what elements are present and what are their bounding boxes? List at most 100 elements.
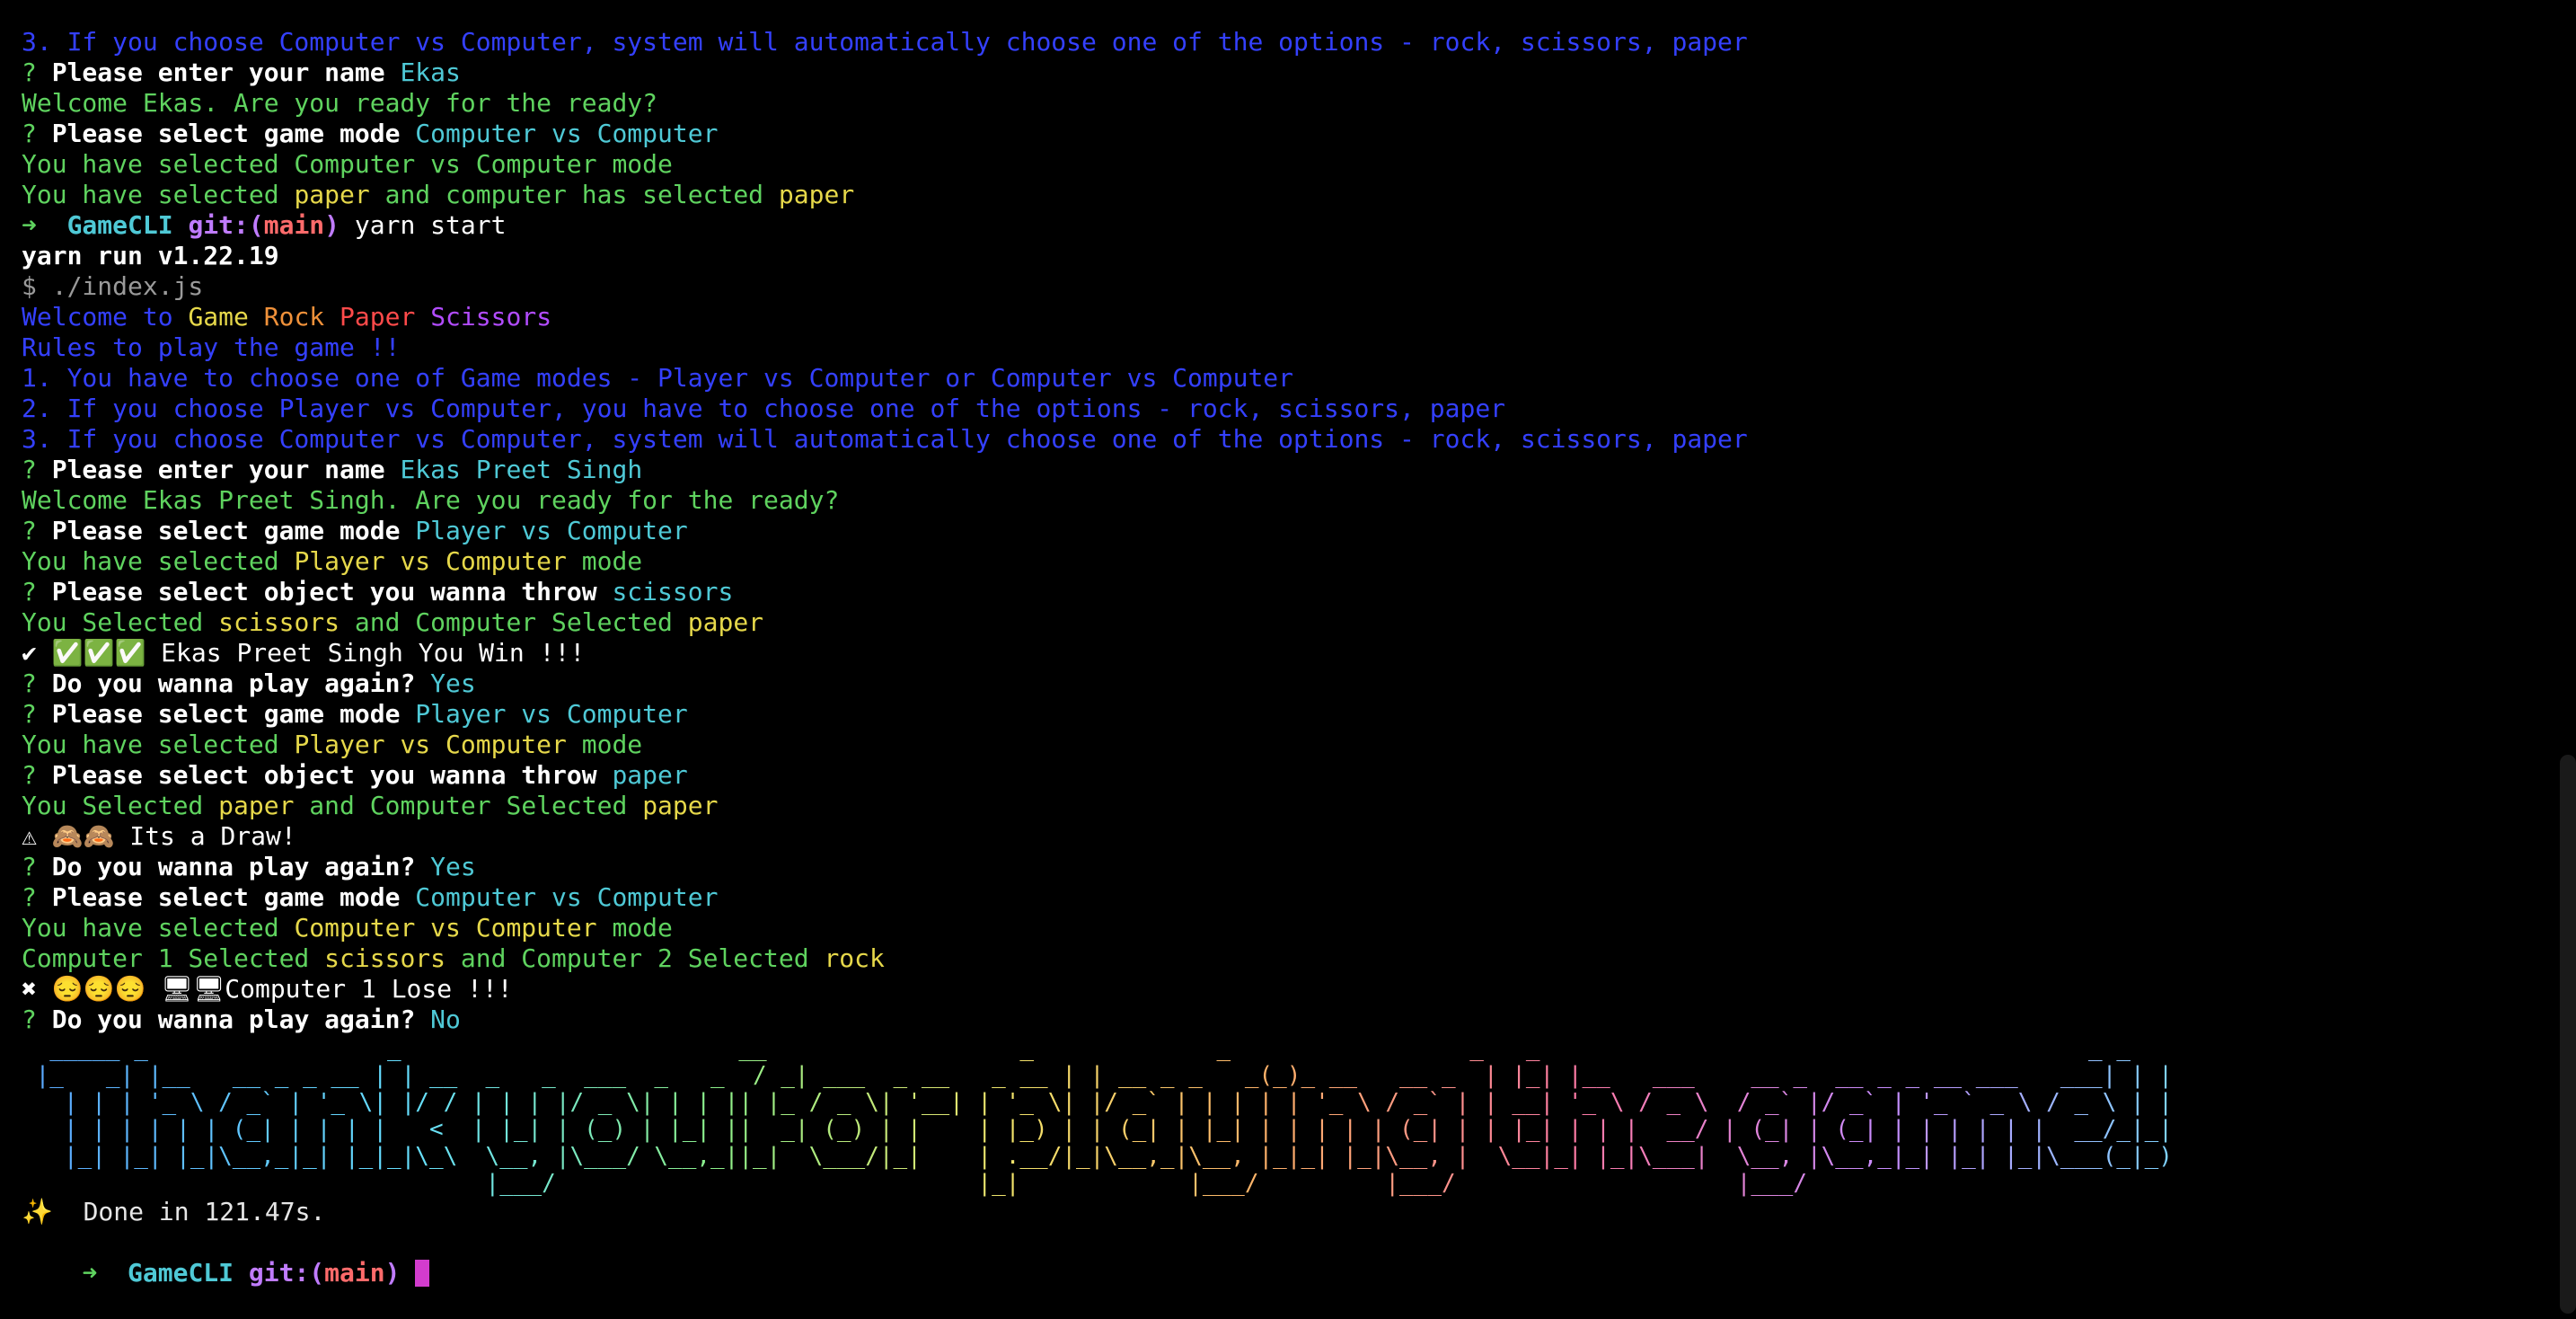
- terminal-text: Computer vs Computer: [294, 913, 597, 943]
- shell-prompt[interactable]: ➜ GameCLI git:(main): [22, 1227, 2187, 1288]
- terminal-text: ?: [22, 577, 52, 606]
- terminal-text: scissors: [612, 577, 734, 606]
- terminal-text: paper: [687, 607, 764, 637]
- terminal-text: Please select object you wanna throw: [51, 760, 613, 790]
- terminal-text: GameCLI: [66, 210, 189, 240]
- git-label: git:(: [248, 1258, 325, 1288]
- terminal-text: git:(: [188, 210, 264, 240]
- terminal-text: paper: [778, 180, 855, 209]
- terminal-text: ✔ ✅✅✅ Ekas Preet Singh You Win !!!: [22, 638, 586, 668]
- terminal-line: Welcome Ekas. Are you ready for the read…: [22, 88, 2187, 119]
- ascii-banner-row: |_| |_| |_|\__,_|_| |_|_|\_\ \__, |\___/…: [22, 1143, 2187, 1170]
- terminal-text: scissors: [218, 607, 340, 637]
- terminal-output: 3. If you choose Computer vs Computer, s…: [22, 27, 2187, 1288]
- terminal-text: Welcome Ekas Preet Singh. Are you ready …: [22, 485, 840, 515]
- terminal-text: yarn run v1.22.19: [22, 241, 279, 270]
- terminal-text: mode: [596, 913, 673, 943]
- terminal-text: Do you wanna play again?: [51, 1005, 431, 1034]
- terminal-text: You Selected: [22, 607, 219, 637]
- terminal-text: paper: [218, 791, 295, 820]
- terminal-line: ? Please select game mode Computer vs Co…: [22, 119, 2187, 149]
- ascii-banner-row: |_ _| |__ __ _ _ __ | | __ _ _ ___ _ _ /…: [22, 1062, 2187, 1089]
- terminal-line: 1. You have to choose one of Game modes …: [22, 363, 2187, 394]
- terminal-text: 1. You have to choose one of Game modes …: [22, 363, 1294, 393]
- terminal-text: ?: [22, 668, 52, 698]
- terminal-text: Rules to play the game !!: [22, 332, 401, 362]
- terminal-line: You Selected scissors and Computer Selec…: [22, 607, 2187, 638]
- terminal-line: ? Please enter your name Ekas Preet Sing…: [22, 455, 2187, 485]
- prompt-arrow-icon: ➜: [82, 1258, 128, 1288]
- terminal-text: Do you wanna play again?: [51, 668, 431, 698]
- terminal-text: ?: [22, 699, 52, 729]
- terminal-line: You have selected Player vs Computer mod…: [22, 546, 2187, 577]
- ascii-banner-row: | | | '_ \ / _` | '_ \| |/ / | | | |/ _ …: [22, 1089, 2187, 1116]
- terminal-text: You have selected: [22, 546, 295, 576]
- terminal-text: Please select game mode: [51, 699, 416, 729]
- terminal-text: ✖ 😔😔😔 🖥🖥Computer 1 Lose !!!: [22, 974, 513, 1004]
- terminal-text: You have selected: [22, 913, 295, 943]
- scrollbar[interactable]: [2560, 755, 2576, 1314]
- terminal-line: ? Please select game mode Player vs Comp…: [22, 516, 2187, 546]
- terminal-text: ⚠ 🙈🙈 Its a Draw!: [22, 821, 296, 851]
- terminal-text: Please select game mode: [51, 119, 416, 148]
- terminal-text: ?: [22, 1005, 52, 1034]
- ascii-banner-row: |___/ |_| |___/ |___/ |___/: [22, 1170, 2187, 1197]
- terminal-text: ➜: [22, 210, 67, 240]
- terminal-text: ?: [22, 760, 52, 790]
- terminal-text: 3. If you choose Computer vs Computer, s…: [22, 27, 1748, 57]
- terminal-text: Please select game mode: [51, 882, 416, 912]
- git-branch: main: [324, 1258, 385, 1288]
- terminal-text: Paper: [340, 302, 431, 332]
- terminal-text: ?: [22, 516, 52, 545]
- terminal-line: ? Please select game mode Computer vs Co…: [22, 882, 2187, 913]
- terminal-line: ➜ GameCLI git:(main) yarn start: [22, 210, 2187, 241]
- terminal-text: ?: [22, 119, 52, 148]
- terminal-text: Ekas Preet Singh: [400, 455, 643, 484]
- terminal-text: You have selected: [22, 180, 295, 209]
- terminal-text: paper: [612, 760, 688, 790]
- terminal-text: Scissors: [430, 302, 552, 332]
- terminal-text: $ ./index.js: [22, 271, 204, 301]
- terminal-line: You Selected paper and Computer Selected…: [22, 791, 2187, 821]
- terminal-text: Yes: [430, 852, 476, 881]
- terminal-text: You Selected: [22, 791, 219, 820]
- terminal-text: Yes: [430, 668, 476, 698]
- terminal-text: 2. If you choose Player vs Computer, you…: [22, 394, 1506, 423]
- terminal-line: yarn run v1.22.19: [22, 241, 2187, 271]
- terminal-text: ?: [22, 852, 52, 881]
- terminal-text: mode: [566, 730, 643, 759]
- terminal-text: Computer 1 Selected: [22, 943, 325, 973]
- text-cursor: [415, 1260, 430, 1287]
- terminal-line: 3. If you choose Computer vs Computer, s…: [22, 424, 2187, 455]
- terminal-text: Do you wanna play again?: [51, 852, 431, 881]
- terminal-text: and Computer Selected: [340, 607, 688, 637]
- terminal-text: Computer vs Computer: [415, 119, 719, 148]
- terminal-text: Please enter your name: [51, 455, 401, 484]
- ascii-banner-row: | | | | | | (_| | | | | < | |_| | (_) | …: [22, 1116, 2187, 1143]
- terminal-line: You have selected Computer vs Computer m…: [22, 149, 2187, 180]
- terminal-text: ?: [22, 455, 52, 484]
- terminal-line: 3. If you choose Computer vs Computer, s…: [22, 27, 2187, 58]
- done-line: ✨ Done in 121.47s.: [22, 1197, 326, 1226]
- terminal-text: Please select game mode: [51, 516, 416, 545]
- terminal-text: Player vs Computer: [415, 699, 688, 729]
- terminal-text: Computer vs Computer: [415, 882, 719, 912]
- terminal-line: ✖ 😔😔😔 🖥🖥Computer 1 Lose !!!: [22, 974, 2187, 1005]
- terminal-line: ✔ ✅✅✅ Ekas Preet Singh You Win !!!: [22, 638, 2187, 668]
- terminal-line: You have selected paper and computer has…: [22, 180, 2187, 210]
- terminal-text: paper: [642, 791, 719, 820]
- terminal-text: You have selected Computer vs Computer m…: [22, 149, 673, 179]
- terminal-line: Welcome Ekas Preet Singh. Are you ready …: [22, 485, 2187, 516]
- terminal-text: Rock: [263, 302, 340, 332]
- terminal-text: Player vs Computer: [415, 516, 688, 545]
- terminal-text: You have selected: [22, 730, 295, 759]
- terminal-line: ? Please select object you wanna throw p…: [22, 760, 2187, 791]
- terminal-text: yarn start: [354, 210, 507, 240]
- terminal-line: 2. If you choose Player vs Computer, you…: [22, 394, 2187, 424]
- terminal-text: Ekas: [400, 58, 461, 87]
- terminal-line: You have selected Player vs Computer mod…: [22, 730, 2187, 760]
- terminal-text: and Computer 2 Selected: [446, 943, 825, 973]
- terminal-text: scissors: [324, 943, 446, 973]
- terminal-line: ? Please select object you wanna throw s…: [22, 577, 2187, 607]
- ascii-banner: _____ _ _ __ _ _ _ _ _ _ |_ _| |__ __ _ …: [22, 1035, 2187, 1197]
